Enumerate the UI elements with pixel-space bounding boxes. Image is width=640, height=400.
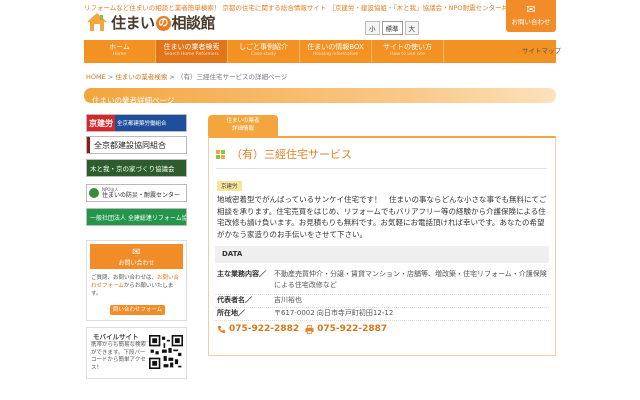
divider bbox=[216, 168, 547, 169]
banner-accent-mark bbox=[87, 137, 90, 153]
field-value: 〒617-0002 向日市寺戸町初田12-12 bbox=[274, 309, 394, 317]
banner-reform-kyokai[interactable]: 一般社団法人 全建総連リフォーム協会 bbox=[86, 208, 187, 226]
field-value: 不動産売買仲介・分譲・賃貸マンション・店舗等、増改築・住宅リフォーム・介護保険に… bbox=[274, 270, 547, 289]
section-title-bar: 住まいの業者詳細ページ bbox=[84, 88, 556, 105]
field-label: 所在地／ bbox=[217, 309, 245, 317]
nav-sublabel: Case study bbox=[251, 52, 276, 57]
banner-kensetsu-kumiai[interactable]: 全京都建設協同組合 bbox=[86, 136, 187, 154]
breadcrumb-current: （有）三經住宅サービスの詳細ページ bbox=[176, 73, 288, 81]
font-size-switcher: 小 標準 大 bbox=[365, 21, 419, 35]
sitemap-label: サイトマップ bbox=[522, 47, 561, 55]
field-label: 代表者名／ bbox=[217, 296, 252, 304]
sitemap-link[interactable]: ▶サイトマップ bbox=[517, 45, 561, 55]
mobile-site-text: 携帯からも簡易な検索ができます。下段バーコードから簡単アクセス！ bbox=[91, 342, 147, 371]
nav-sublabel: Search Home Reformers bbox=[164, 52, 219, 57]
breadcrumb-separator: > bbox=[107, 73, 114, 81]
sidebar-contact-head[interactable]: ✉ お問い合わせ bbox=[90, 244, 183, 269]
banner-main-text: 木と我・京の家づくり協議会 bbox=[90, 165, 175, 173]
nav-label: サイトの使い方 bbox=[383, 43, 432, 51]
banner-main-text: 住まいの防災・耐震センター bbox=[102, 191, 181, 199]
qr-code-icon bbox=[149, 335, 183, 369]
breadcrumb: HOME > 住まいの業者検索 > （有）三經住宅サービスの詳細ページ bbox=[86, 71, 287, 81]
detail-tab[interactable]: 住まいの業者 詳細情報 bbox=[208, 115, 278, 136]
sidebar-contact-text: ご質問、お問い合わせは、お問い合わせフォームからお願いいたします。 bbox=[87, 272, 186, 300]
company-title: （有）三經住宅サービス bbox=[216, 146, 352, 162]
field-value: 吉川裕也 bbox=[274, 296, 302, 304]
title-squares-icon bbox=[216, 149, 225, 159]
nav-sublabel: Housing information bbox=[312, 52, 359, 57]
field-label: 主な業務内容／ bbox=[217, 270, 266, 278]
banner-main-text: 一般社団法人 全建総連リフォーム協会 bbox=[90, 214, 187, 222]
nav-item-home[interactable]: ホーム Home bbox=[84, 40, 156, 63]
contact-desc-1: ご質問、お問い合わせは、 bbox=[91, 275, 158, 281]
envelope-icon: ✉ bbox=[132, 247, 141, 258]
nav-sublabel: How to use site bbox=[390, 52, 425, 57]
company-intro: 地域密着型でがんばっているサンケイ住宅です！ 住まいの事ならどんな小さな事でも無… bbox=[217, 195, 547, 239]
company-detail-panel: （有）三經住宅サービス 京建労 地域密着型でがんばっているサンケイ住宅です！ 住… bbox=[208, 136, 556, 356]
nav-item-search[interactable]: 住まいの業者検索 Search Home Reformers bbox=[156, 40, 228, 63]
fax-number: 075-922-2887 bbox=[305, 324, 387, 334]
global-nav: ホーム Home 住まいの業者検索 Search Home Reformers … bbox=[84, 40, 556, 63]
company-name: （有）三經住宅サービス bbox=[231, 148, 352, 161]
breadcrumb-search[interactable]: 住まいの業者検索 bbox=[115, 73, 167, 81]
font-size-normal-button[interactable]: 標準 bbox=[381, 21, 403, 35]
fax-icon bbox=[305, 324, 314, 334]
header-contact-button[interactable]: ✉ お問い合わせ bbox=[506, 0, 556, 32]
banner-main-text: 全京都建設協同組合 bbox=[94, 140, 166, 150]
breadcrumb-separator: > bbox=[169, 73, 175, 81]
banner-bousai-center[interactable]: NPO法人 住まいの防災・耐震センター bbox=[86, 184, 187, 202]
phone-text: 075-922-2882 bbox=[229, 324, 300, 334]
nav-label: 住まいの業者検索 bbox=[163, 43, 220, 51]
nav-label: ホーム bbox=[109, 43, 130, 51]
font-size-large-button[interactable]: 大 bbox=[404, 21, 419, 35]
breadcrumb-home[interactable]: HOME bbox=[86, 73, 106, 81]
banner-main-text: 京建労 bbox=[87, 115, 115, 131]
phone-number[interactable]: 075-922-2882 bbox=[217, 324, 299, 334]
nav-label: しごと事例紹介 bbox=[239, 43, 288, 51]
fax-text: 075-922-2887 bbox=[317, 324, 388, 334]
banner-sub-text: 全京都建築労働組合 bbox=[115, 115, 186, 131]
phone-icon bbox=[217, 325, 226, 333]
mobile-site-box: モバイルサイト 携帯からも簡易な検索ができます。下段バーコードから簡単アクセス！ bbox=[86, 327, 187, 379]
tab-label-line1: 住まいの業者 bbox=[226, 118, 260, 124]
page: リフォームなど住まいの相談と業者簡単検索！ 京都の住宅に関する総合情報サイト ［… bbox=[0, 0, 640, 400]
nav-item-howto[interactable]: サイトの使い方 How to use site bbox=[372, 40, 444, 63]
font-size-small-button[interactable]: 小 bbox=[365, 21, 380, 35]
nav-item-infobox[interactable]: 住まいの情報BOX Housing information bbox=[300, 40, 372, 63]
nav-label: 住まいの情報BOX bbox=[307, 43, 364, 51]
sidebar-contact-box: ✉ お問い合わせ ご質問、お問い合わせは、お問い合わせフォームからお願いいたしま… bbox=[86, 240, 187, 321]
nav-item-cases[interactable]: しごと事例紹介 Case study bbox=[228, 40, 300, 63]
contact-form-button[interactable]: 問い合わせフォーム bbox=[110, 305, 165, 315]
sidebar-contact-title: お問い合わせ bbox=[118, 260, 155, 267]
nav-sublabel: Home bbox=[112, 52, 127, 57]
data-heading: DATA bbox=[215, 246, 549, 263]
npo-logo-icon bbox=[89, 188, 99, 198]
contact-numbers: 075-922-2882 075-922-2887 bbox=[217, 324, 387, 334]
category-badge: 京建労 bbox=[217, 181, 242, 191]
banner-text: NPO法人 住まいの防災・耐震センター bbox=[102, 187, 181, 199]
banner-kitoga[interactable]: 木と我・京の家づくり協議会 bbox=[86, 159, 187, 177]
house-logo-icon bbox=[87, 13, 107, 31]
site-logo[interactable]: 住まいの相談館 bbox=[86, 11, 216, 33]
banner-kyokenro[interactable]: 京建労 全京都建築労働組合 bbox=[86, 114, 187, 132]
tab-label-line2: 詳細情報 bbox=[231, 125, 254, 132]
section-title: 住まいの業者詳細ページ bbox=[92, 96, 175, 105]
row-divider bbox=[215, 320, 549, 321]
logo-text: 住まいの相談館 bbox=[111, 13, 216, 32]
envelope-icon: ✉ bbox=[526, 3, 536, 16]
header-contact-label: お問い合わせ bbox=[511, 18, 551, 26]
